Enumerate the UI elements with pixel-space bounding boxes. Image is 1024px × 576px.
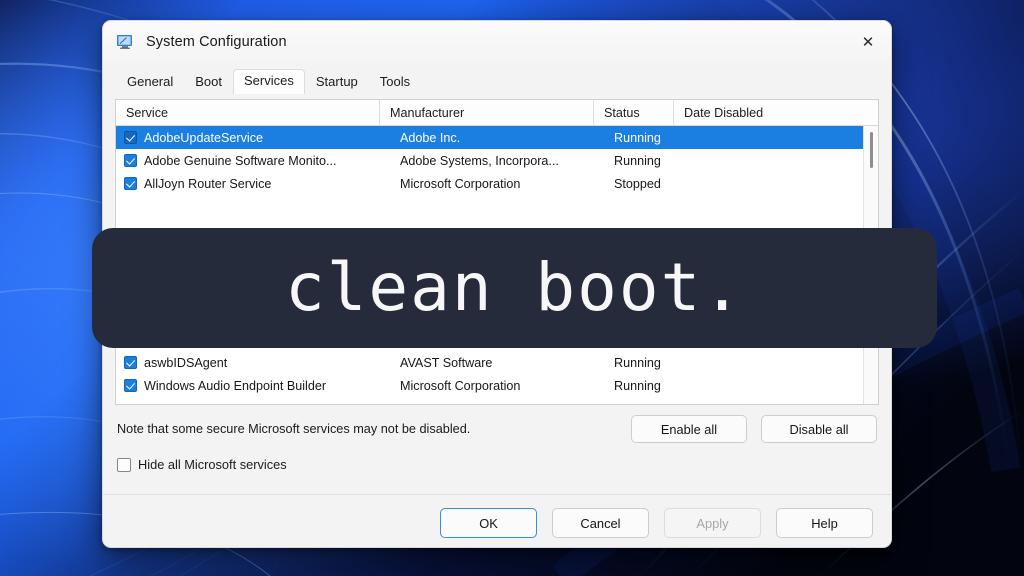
bulk-action-buttons: Enable all Disable all [631, 415, 877, 443]
row-checkbox[interactable] [124, 177, 137, 190]
tab-startup[interactable]: Startup [305, 70, 369, 93]
table-row[interactable]: AllJoyn Router Service Microsoft Corpora… [116, 172, 878, 195]
cell-manufacturer: Adobe Systems, Incorpora... [400, 153, 559, 168]
tab-bar: General Boot Services Startup Tools [103, 63, 891, 94]
computer-monitor-icon [117, 35, 132, 49]
tab-services[interactable]: Services [233, 69, 305, 94]
cell-service: Windows Audio Endpoint Builder [144, 378, 327, 393]
row-checkbox[interactable] [124, 131, 137, 144]
column-header-status[interactable]: Status [594, 100, 674, 126]
cell-service: AllJoyn Router Service [144, 176, 272, 191]
column-header-manufacturer[interactable]: Manufacturer [380, 100, 594, 126]
caption-text: clean boot. [284, 249, 745, 326]
cell-service: Adobe Genuine Software Monito... [144, 153, 337, 168]
table-row[interactable]: aswbIDSAgent AVAST Software Running [116, 351, 878, 374]
hide-microsoft-services-label: Hide all Microsoft services [138, 457, 287, 472]
cell-manufacturer: Adobe Inc. [400, 130, 461, 145]
window-titlebar: System Configuration ✕ [103, 21, 891, 63]
row-checkbox[interactable] [124, 356, 137, 369]
table-row[interactable]: Windows Audio Endpoint Builder Microsoft… [116, 374, 878, 397]
cell-status: Running [614, 378, 661, 393]
tab-tools[interactable]: Tools [369, 70, 421, 93]
tab-general[interactable]: General [116, 70, 184, 93]
row-checkbox[interactable] [124, 154, 137, 167]
table-row[interactable]: AdobeUpdateService Adobe Inc. Running [116, 126, 878, 149]
close-icon[interactable]: ✕ [845, 21, 891, 63]
window-title: System Configuration [146, 34, 287, 50]
note-and-actions-row: Note that some secure Microsoft services… [117, 415, 877, 443]
cell-manufacturer: AVAST Software [400, 355, 493, 370]
enable-all-button[interactable]: Enable all [631, 415, 747, 443]
cell-status: Running [614, 153, 661, 168]
cell-service: aswbIDSAgent [144, 355, 228, 370]
row-checkbox[interactable] [124, 379, 137, 392]
cell-status: Stopped [614, 176, 661, 191]
table-row[interactable]: Adobe Genuine Software Monito... Adobe S… [116, 149, 878, 172]
disable-all-button[interactable]: Disable all [761, 415, 877, 443]
column-header-date-disabled[interactable]: Date Disabled [674, 100, 860, 126]
help-button[interactable]: Help [776, 508, 873, 538]
cell-manufacturer: Microsoft Corporation [400, 378, 521, 393]
hide-microsoft-services-row[interactable]: Hide all Microsoft services [117, 457, 877, 472]
column-header-service[interactable]: Service [116, 100, 380, 126]
dialog-footer: OK Cancel Apply Help [103, 495, 891, 538]
cell-status: Running [614, 130, 661, 145]
desktop-background: System Configuration ✕ General Boot Serv… [0, 0, 1024, 576]
apply-button: Apply [664, 508, 761, 538]
hide-microsoft-services-checkbox[interactable] [117, 457, 131, 472]
ok-button[interactable]: OK [440, 508, 537, 538]
caption-overlay: clean boot. [92, 228, 937, 348]
secure-services-note: Note that some secure Microsoft services… [117, 422, 471, 436]
cell-status: Running [614, 355, 661, 370]
table-header-row: Service Manufacturer Status Date Disable… [116, 100, 878, 126]
scrollbar-thumb[interactable] [870, 132, 873, 168]
cancel-button[interactable]: Cancel [552, 508, 649, 538]
cell-manufacturer: Microsoft Corporation [400, 176, 521, 191]
tab-boot[interactable]: Boot [184, 70, 233, 93]
cell-service: AdobeUpdateService [144, 130, 264, 145]
